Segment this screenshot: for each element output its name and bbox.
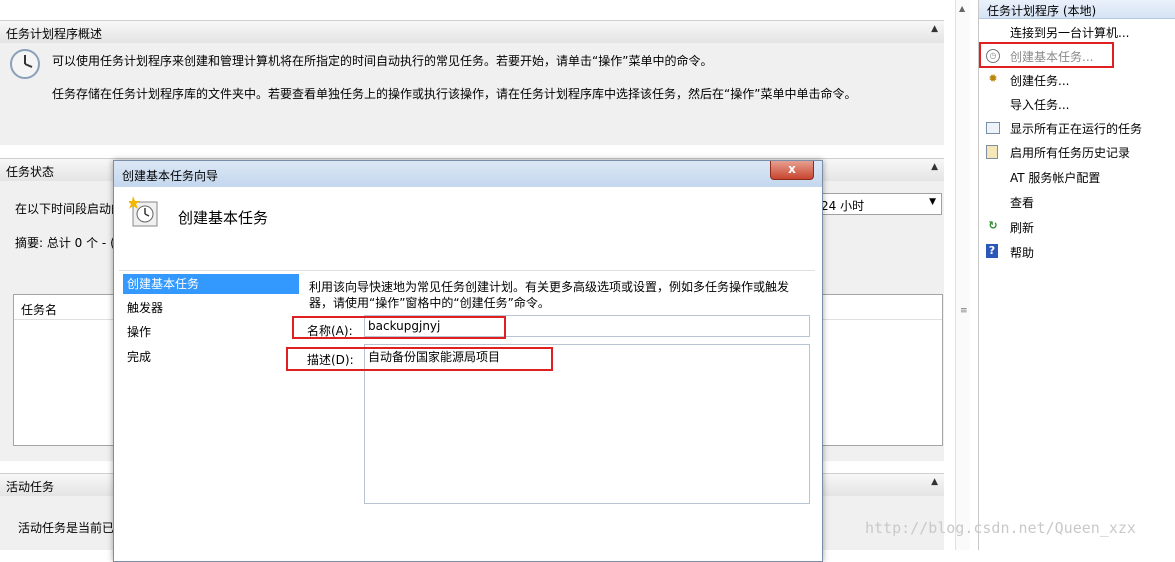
action-label: 帮助 (1010, 246, 1035, 260)
wizard-step-finish[interactable]: 完成 (123, 347, 303, 367)
wizard-step-trigger[interactable]: 触发器 (123, 298, 303, 318)
action-label: 查看 (1010, 196, 1035, 210)
collapse-arrow-icon[interactable]: ▲ (931, 162, 938, 172)
wizard-steps: 创建基本任务 触发器 操作 完成 (123, 274, 299, 554)
action-enable-history[interactable]: 启用所有任务历史记录 (979, 140, 1175, 162)
period-value: 24 小时 (821, 199, 865, 213)
action-label: 启用所有任务历史记录 (1010, 146, 1131, 160)
action-label: 连接到另一台计算机... (1010, 26, 1130, 40)
actions-pane-header[interactable]: 任务计划程序 (本地) (979, 0, 1175, 19)
action-label: AT 服务帐户配置 (1010, 171, 1101, 185)
action-show-running[interactable]: 显示所有正在运行的任务 (979, 116, 1175, 138)
action-at-service-account[interactable]: AT 服务帐户配置 (979, 165, 1175, 187)
help-icon: ? (986, 244, 998, 258)
action-label: 创建任务... (1010, 74, 1070, 88)
vertical-scrollbar[interactable]: ▲ ≡ (955, 0, 970, 550)
highlight-name-field (292, 316, 506, 339)
highlight-description-field (286, 347, 553, 371)
wizard-title-bar[interactable]: 创建基本任务向导 x (114, 161, 822, 187)
action-label: 刷新 (1010, 221, 1035, 235)
actions-pane: 任务计划程序 (本地) 连接到另一台计算机... ◷ 创建基本任务... ✹ 创… (978, 0, 1175, 550)
scroll-up-icon[interactable]: ▲ (959, 4, 965, 13)
active-text: 活动任务是当前已 (18, 521, 115, 535)
wizard-step-action[interactable]: 操作 (123, 322, 303, 342)
action-label: 导入任务... (1010, 98, 1070, 112)
highlight-create-basic-task (979, 42, 1114, 68)
wizard-heading: 创建基本任务 (178, 209, 269, 227)
action-create-task[interactable]: ✹ 创建任务... (979, 68, 1175, 90)
action-label: 显示所有正在运行的任务 (1010, 122, 1143, 136)
collapse-arrow-icon[interactable]: ▲ (931, 24, 938, 34)
action-refresh[interactable]: ↻ 刷新 (979, 215, 1175, 237)
overview-section-title: 任务计划程序概述 (6, 27, 103, 41)
period-label: 在以下时间段启动的 (15, 202, 124, 216)
status-section-title: 任务状态 (6, 165, 55, 179)
actions-pane-title: 任务计划程序 (本地) (987, 4, 1097, 18)
action-view[interactable]: 查看 (979, 190, 1175, 212)
active-section-title: 活动任务 (6, 480, 55, 494)
running-list-icon (986, 122, 1000, 134)
task-icon: ✹ (988, 72, 998, 85)
wizard-intro: 利用该向导快速地为常见任务创建计划。有关更多高级选项或设置，例如多任务操作或触发… (309, 280, 790, 310)
action-connect-computer[interactable]: 连接到另一台计算机... (979, 20, 1175, 42)
wizard-header: 创建基本任务 (119, 188, 815, 271)
column-header-task-name[interactable]: 任务名 (21, 301, 57, 318)
action-import-task[interactable]: 导入任务... (979, 92, 1175, 114)
overview-line-2: 任务存储在任务计划程序库的文件夹中。若要查看单独任务上的操作或执行该操作，请在任… (52, 87, 857, 101)
overview-section-header[interactable]: 任务计划程序概述 ▲ (0, 20, 944, 44)
chevron-down-icon: ▼ (929, 197, 936, 207)
status-summary: 摘要: 总计 0 个 - ( (15, 236, 115, 250)
history-icon (986, 145, 998, 159)
wizard-clock-icon (127, 196, 161, 228)
action-help[interactable]: ? 帮助 (979, 240, 1175, 262)
refresh-icon: ↻ (988, 219, 998, 232)
wizard-title: 创建基本任务向导 (122, 169, 219, 183)
overview-body: 可以使用任务计划程序来创建和管理计算机将在所指定的时间自动执行的常见任务。若要开… (0, 43, 944, 145)
close-button[interactable]: x (770, 161, 814, 180)
clock-icon (9, 48, 41, 80)
wizard-step-create[interactable]: 创建基本任务 (123, 274, 299, 294)
watermark: http://blog.csdn.net/Queen_xzx (865, 519, 1136, 537)
collapse-arrow-icon[interactable]: ▲ (931, 477, 938, 487)
scroll-grip-icon[interactable]: ≡ (960, 306, 968, 316)
overview-line-1: 可以使用任务计划程序来创建和管理计算机将在所指定的时间自动执行的常见任务。若要开… (52, 54, 713, 68)
